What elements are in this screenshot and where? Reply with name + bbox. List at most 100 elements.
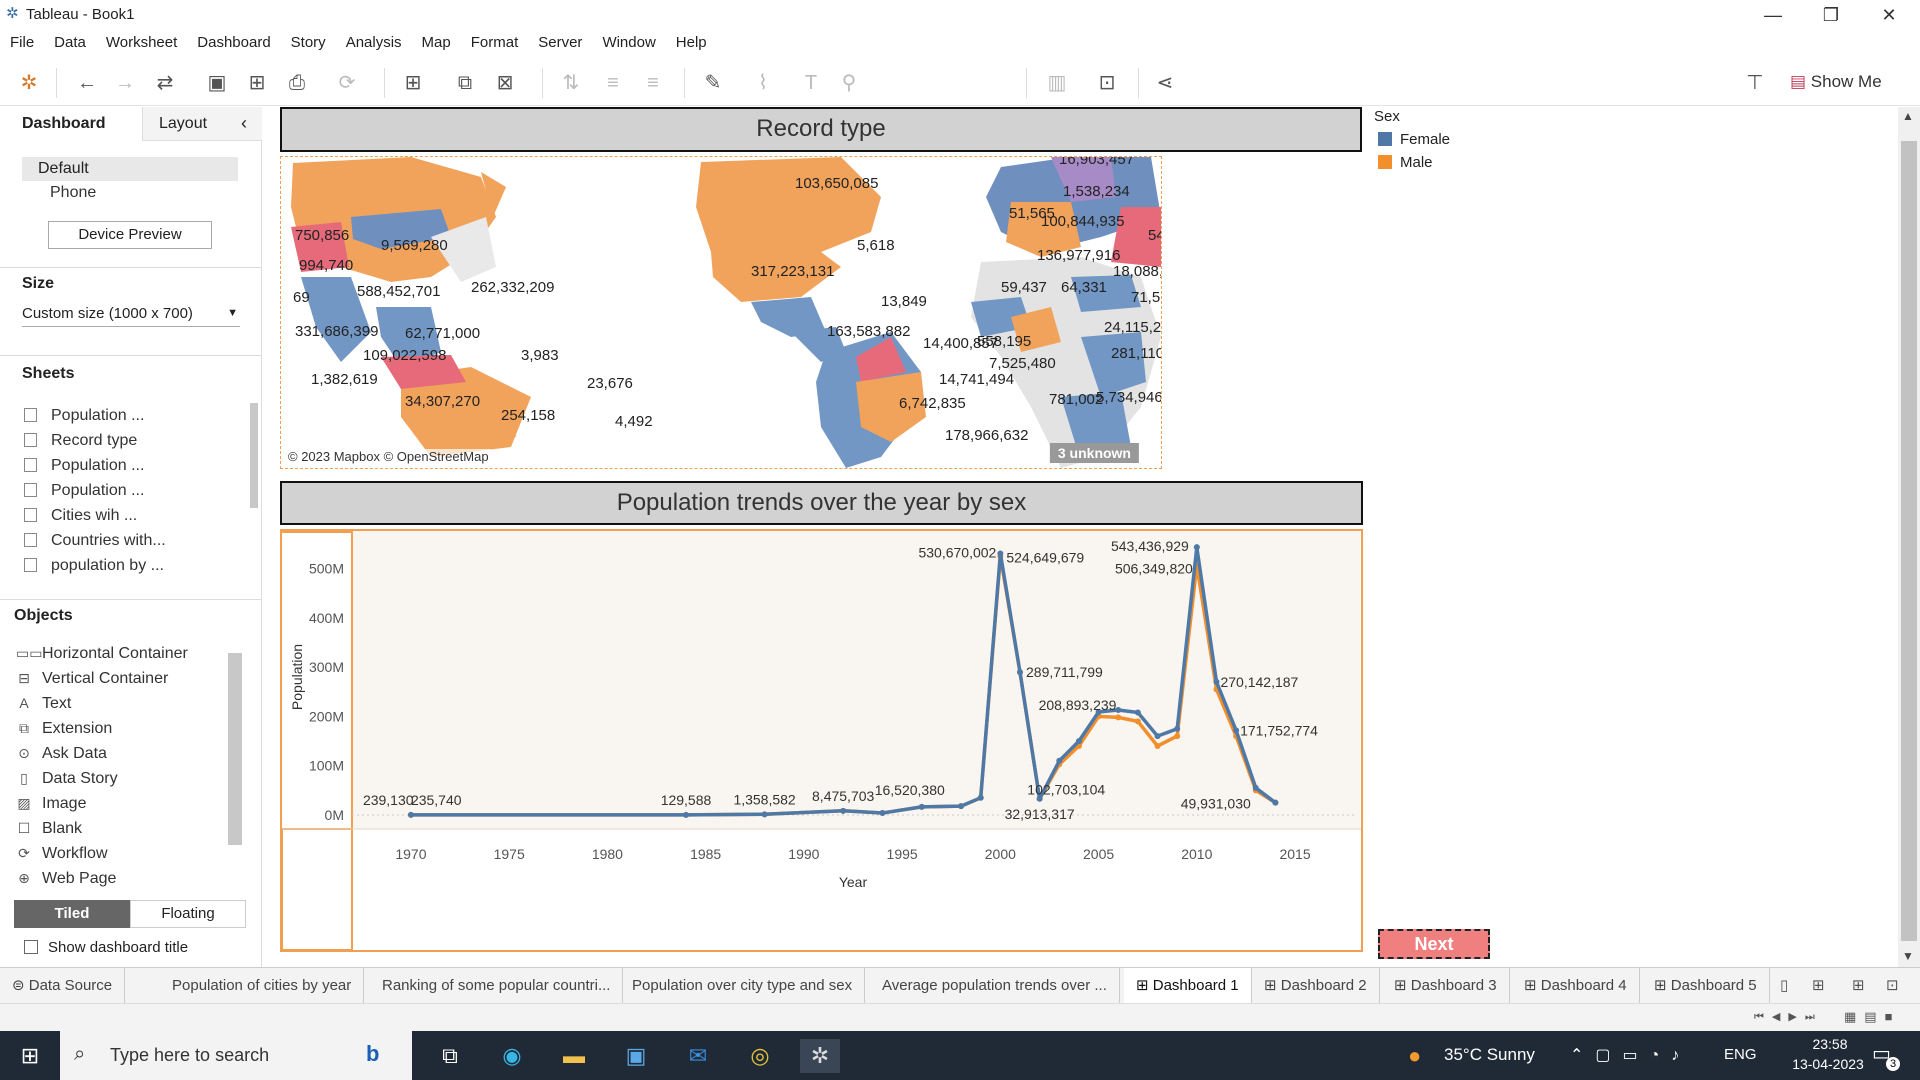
legend-item-male[interactable]: Male (1378, 154, 1514, 171)
windows-start-icon[interactable]: ⊞ (10, 1039, 50, 1073)
file-explorer-icon[interactable]: ▬ (554, 1039, 594, 1073)
edge-icon[interactable]: ◉ (492, 1039, 532, 1073)
object-horizontal-container[interactable]: ▭▭Horizontal Container (16, 641, 226, 666)
clear-sheet-icon[interactable]: ⊠ (492, 70, 518, 96)
sort-descending-icon[interactable]: ≡ (640, 70, 666, 96)
show-me-button[interactable]: ▤ Show Me (1790, 72, 1882, 92)
save-icon[interactable]: ▣ (204, 70, 230, 96)
tableau-taskbar-icon[interactable]: ✲ (800, 1039, 840, 1073)
sheet-item[interactable]: Record type (24, 428, 166, 453)
object-blank[interactable]: ☐ Blank (16, 816, 226, 841)
object-data-story[interactable]: ▯ Data Story (16, 766, 226, 791)
tab-layout[interactable]: Layout ‹ (142, 107, 262, 141)
mail-icon[interactable]: ✉ (678, 1039, 718, 1073)
sheet-item[interactable]: Population ... (24, 478, 166, 503)
menu-data[interactable]: Data (54, 30, 86, 51)
tab-sheet[interactable]: Average population trends over ... (870, 968, 1120, 1004)
collapse-pane-icon[interactable]: ‹ (241, 113, 247, 134)
tableau-home-icon[interactable]: ✲ (16, 70, 42, 96)
menu-format[interactable]: Format (471, 30, 519, 51)
sheet-item[interactable]: population by ... (24, 553, 166, 578)
new-dashboard-tab-icon[interactable]: ⊞ (1852, 976, 1865, 994)
menu-window[interactable]: Window (602, 30, 655, 51)
bing-icon[interactable]: b (366, 1041, 379, 1067)
device-preview-button[interactable]: Device Preview (48, 221, 212, 249)
undo-icon[interactable]: ← (74, 70, 100, 96)
dashboard-scrollbar[interactable]: ▲ ▼ (1898, 107, 1920, 967)
scroll-thumb[interactable] (1901, 141, 1917, 941)
new-worksheet-icon[interactable]: ⊞ (400, 70, 426, 96)
menu-worksheet[interactable]: Worksheet (106, 30, 177, 51)
store-icon[interactable]: ▣ (616, 1039, 656, 1073)
sheet-item[interactable]: Population ... (24, 403, 166, 428)
highlight-icon[interactable]: ✎ (700, 70, 726, 96)
task-view-icon[interactable]: ⧉ (430, 1039, 470, 1073)
duplicate-sheet-icon[interactable]: ⧉ (452, 70, 478, 96)
sheet-item[interactable]: Countries with... (24, 528, 166, 553)
menu-file[interactable]: File (10, 30, 34, 51)
line-chart-panel[interactable]: 0M 100M 200M 300M 400M 500M 1970 1975 1980 1985 19… (280, 529, 1363, 952)
menu-analysis[interactable]: Analysis (346, 30, 402, 51)
floating-toggle[interactable]: Floating (130, 900, 246, 928)
objects-scrollbar[interactable] (228, 653, 242, 845)
tab-dashboard-5[interactable]: ⊞ Dashboard 5 (1642, 968, 1770, 1004)
new-story-tab-icon[interactable]: ⊡ (1886, 976, 1899, 994)
clock-time[interactable]: 23:58 (1790, 1036, 1870, 1052)
legend-item-female[interactable]: Female (1378, 131, 1514, 148)
weather-text[interactable]: 35°C Sunny (1444, 1045, 1535, 1065)
object-text[interactable]: A Text (16, 691, 226, 716)
menu-story[interactable]: Story (291, 30, 326, 51)
view-mode-icons[interactable]: ▦▤■ (1844, 1009, 1900, 1025)
sheets-scrollbar[interactable] (250, 403, 258, 508)
tab-dashboard-3[interactable]: ⊞ Dashboard 3 (1382, 968, 1510, 1004)
menu-server[interactable]: Server (538, 30, 582, 51)
tab-dashboard-4[interactable]: ⊞ Dashboard 4 (1512, 968, 1640, 1004)
share-icon[interactable]: ⋖ (1152, 70, 1178, 96)
pause-updates-icon[interactable]: ⎙ (284, 70, 310, 96)
scroll-down-icon[interactable]: ▼ (1902, 949, 1914, 963)
tab-sheet[interactable]: Population of cities by year (160, 968, 365, 1004)
size-dropdown[interactable]: Custom size (1000 x 700) ▼ (22, 303, 240, 327)
group-icon[interactable]: ⌇ (750, 70, 776, 96)
taskbar-search[interactable]: ⌕ Type here to search b (60, 1031, 412, 1080)
show-dashboard-title-checkbox[interactable]: Show dashboard title (24, 939, 188, 956)
system-tray-icons[interactable]: ⌃▢▭◔♪ (1570, 1045, 1691, 1065)
clock-date[interactable]: 13-04-2023 (1780, 1056, 1876, 1072)
map-unknown-badge[interactable]: 3 unknown (1049, 443, 1139, 463)
object-vertical-container[interactable]: ⊟ Vertical Container (16, 666, 226, 691)
close-button[interactable]: ✕ (1860, 0, 1918, 30)
object-image[interactable]: ▨ Image (16, 791, 226, 816)
sheet-item[interactable]: Cities wih ... (24, 503, 166, 528)
menu-map[interactable]: Map (422, 30, 451, 51)
tab-dashboard[interactable]: Dashboard (0, 107, 142, 141)
sort-ascending-icon[interactable]: ≡ (600, 70, 626, 96)
device-default[interactable]: Default (22, 157, 238, 181)
language-indicator[interactable]: ENG (1724, 1046, 1757, 1063)
next-button[interactable]: Next (1378, 929, 1490, 959)
object-extension[interactable]: ⧉ Extension (16, 716, 226, 741)
pin-toolbar-icon[interactable]: ⊤ (1742, 70, 1768, 96)
redo-icon[interactable]: → (112, 70, 138, 96)
menu-help[interactable]: Help (676, 30, 707, 51)
maximize-button[interactable]: ❐ (1802, 0, 1860, 30)
scroll-up-icon[interactable]: ▲ (1902, 109, 1914, 123)
tab-data-source[interactable]: ⊜ Data Source (0, 968, 126, 1004)
sheet-navigation-icons[interactable]: ⏮◀▶⏭ (1754, 1010, 1823, 1024)
map-view[interactable]: 103,650,085 16,903,457 1,538,234 51,565 … (280, 156, 1162, 469)
tab-sheet[interactable]: Population over city type and sex (620, 968, 866, 1004)
show-cards-icon[interactable]: ▥ (1044, 70, 1070, 96)
sheet-item[interactable]: Population ... (24, 453, 166, 478)
menu-dashboard[interactable]: Dashboard (197, 30, 270, 51)
new-data-source-icon[interactable]: ⊞ (244, 70, 270, 96)
object-ask-data[interactable]: ⊙ Ask Data (16, 741, 226, 766)
object-web-page[interactable]: ⊕ Web Page (16, 866, 226, 891)
tab-sheet[interactable]: Ranking of some popular countri... (370, 968, 624, 1004)
refresh-icon[interactable]: ⟳ (334, 70, 360, 96)
tab-dashboard-2[interactable]: ⊞ Dashboard 2 (1252, 968, 1380, 1004)
presentation-mode-icon[interactable]: ⊡ (1094, 70, 1120, 96)
swap-icon[interactable]: ⇄ (152, 70, 178, 96)
tab-dashboard-1[interactable]: ⊞ Dashboard 1 (1124, 968, 1252, 1004)
new-story-icon[interactable]: ▯ (1780, 976, 1788, 994)
minimize-button[interactable]: — (1744, 0, 1802, 30)
labels-icon[interactable]: T (798, 70, 824, 96)
